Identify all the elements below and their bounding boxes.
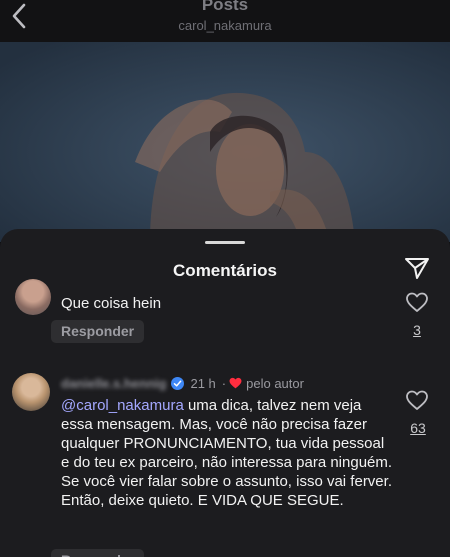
top-bar: Posts carol_nakamura [0, 0, 450, 42]
like-button[interactable] [405, 389, 429, 411]
sheet-grabber[interactable] [205, 241, 245, 244]
verified-badge-icon [171, 376, 185, 390]
heart-outline-icon [405, 292, 429, 317]
comment-time: 21 h [190, 375, 216, 391]
reply-button[interactable]: Responder [51, 549, 145, 557]
share-button[interactable] [402, 255, 432, 285]
comments-sheet: Comentários Que coisa hein Responder 3 d… [0, 229, 450, 557]
page-title: Posts [201, 0, 249, 14]
meta-separator: · [221, 375, 227, 391]
mention-link[interactable]: @carol_nakamura [61, 397, 184, 414]
reply-button[interactable]: Responder [51, 320, 145, 343]
avatar[interactable] [12, 373, 50, 411]
comment-username[interactable]: danielle.s.hennig [61, 376, 166, 391]
comment-text: @carol_nakamura uma dica, talvez nem vej… [61, 396, 396, 510]
liked-by-author-label: pelo autor [246, 375, 304, 391]
like-count[interactable]: 3 [404, 322, 430, 338]
comment-meta: danielle.s.hennig 21 h · pelo autor [61, 375, 304, 391]
heart-outline-icon [405, 390, 429, 415]
avatar[interactable] [15, 279, 51, 315]
paper-plane-icon [404, 256, 430, 285]
post-photo [0, 42, 450, 242]
like-count[interactable]: 63 [404, 420, 432, 436]
sheet-title: Comentários [173, 261, 277, 280]
page-subtitle[interactable]: carol_nakamura [0, 18, 450, 33]
like-button[interactable] [405, 291, 429, 313]
author-heart-icon [229, 377, 242, 389]
comment-text: Que coisa hein [61, 295, 162, 312]
